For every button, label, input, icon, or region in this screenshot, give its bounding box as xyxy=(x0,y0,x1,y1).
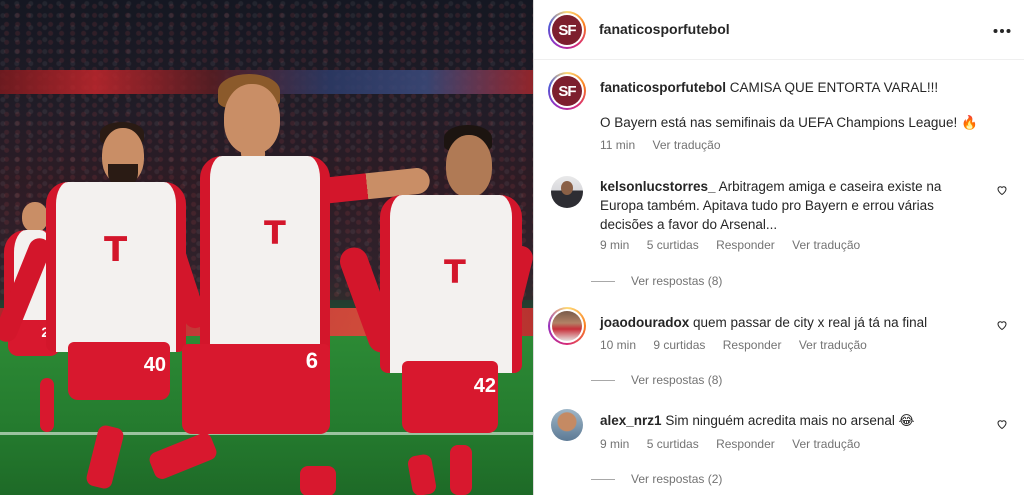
profile-avatar[interactable]: SF xyxy=(548,11,586,49)
shorts-number: 6 xyxy=(305,348,318,373)
comment-item: kelsonlucstorres_ Arbitragem amiga e cas… xyxy=(548,174,1010,290)
comment-likes[interactable]: 5 curtidas xyxy=(647,437,699,451)
caption-username[interactable]: fanaticosporfutebol xyxy=(600,80,726,95)
comment-item: alex_nrz1 Sim ninguém acredita mais no a… xyxy=(548,406,1010,492)
commenter-avatar[interactable] xyxy=(551,409,583,441)
comment-username[interactable]: joaodouradox xyxy=(600,315,689,330)
caption-avatar[interactable]: SF xyxy=(548,72,586,110)
heart-icon[interactable] xyxy=(996,418,1008,430)
sf-logo: SF xyxy=(552,76,582,106)
heart-icon[interactable] xyxy=(996,319,1008,331)
comment-time: 9 min xyxy=(600,238,630,252)
shorts-number: 42 xyxy=(473,375,496,397)
reply-button[interactable]: Responder xyxy=(716,238,775,252)
comment-text: quem passar de city x real já tá na fina… xyxy=(693,315,928,330)
shirt-logo: T xyxy=(104,230,128,270)
caption: SF fanaticosporfutebol CAMISA QUE ENTORT… xyxy=(548,72,1010,162)
reply-button[interactable]: Responder xyxy=(716,437,775,451)
comment-username[interactable]: alex_nrz1 xyxy=(600,413,662,428)
post-username[interactable]: fanaticosporfutebol xyxy=(599,21,730,37)
caption-text-line2: O Bayern está nas semifinais da UEFA Cha… xyxy=(600,115,978,130)
heart-icon[interactable] xyxy=(996,184,1008,196)
reply-button[interactable]: Responder xyxy=(723,338,782,352)
shirt-logo: T xyxy=(264,214,286,252)
post-image[interactable]: 28 T 40 T 6 xyxy=(0,0,533,495)
translate-button[interactable]: Ver tradução xyxy=(792,238,860,252)
comment-item: joaodouradox quem passar de city x real … xyxy=(548,307,1010,389)
translate-button[interactable]: Ver tradução xyxy=(799,338,867,352)
comment-username[interactable]: kelsonlucstorres_ xyxy=(600,179,716,194)
commenter-avatar[interactable] xyxy=(548,307,586,345)
comment-text: Sim ninguém acredita mais no arsenal 😂 xyxy=(665,413,915,428)
comment-likes[interactable]: 5 curtidas xyxy=(647,238,699,252)
caption-time: 11 min xyxy=(600,138,636,152)
view-replies-button[interactable]: Ver respostas (2) xyxy=(591,472,722,486)
view-replies-button[interactable]: Ver respostas (8) xyxy=(591,373,722,387)
player-right: T 42 xyxy=(336,125,533,495)
translate-button[interactable]: Ver tradução xyxy=(792,437,860,451)
more-horizontal-icon[interactable] xyxy=(993,17,1011,40)
comment-time: 9 min xyxy=(600,437,630,451)
commenter-avatar[interactable] xyxy=(551,176,583,208)
comment-likes[interactable]: 9 curtidas xyxy=(653,338,705,352)
view-replies-label: Ver respostas (8) xyxy=(631,373,723,387)
view-replies-label: Ver respostas (8) xyxy=(631,274,723,288)
view-replies-button[interactable]: Ver respostas (8) xyxy=(591,274,722,288)
caption-text-line1: CAMISA QUE ENTORTA VARAL!!! xyxy=(729,80,939,95)
shirt-logo: T xyxy=(444,253,466,291)
post-header: SF fanaticosporfutebol xyxy=(534,0,1024,60)
caption-translate-button[interactable]: Ver tradução xyxy=(652,138,720,152)
comment-time: 10 min xyxy=(600,338,637,352)
view-replies-label: Ver respostas (2) xyxy=(631,472,723,486)
sf-logo: SF xyxy=(552,15,582,45)
post-sidebar: SF fanaticosporfutebol SF fanaticosporfu… xyxy=(533,0,1024,495)
